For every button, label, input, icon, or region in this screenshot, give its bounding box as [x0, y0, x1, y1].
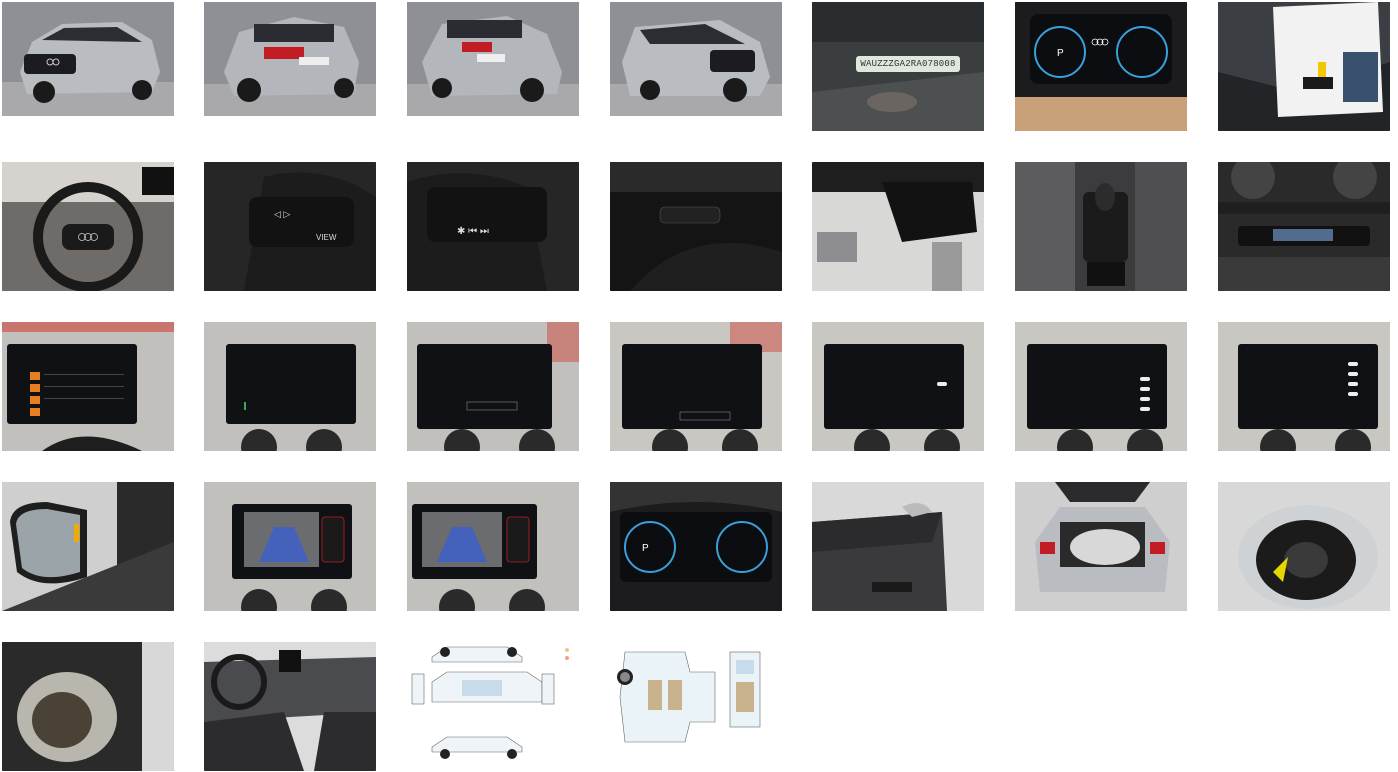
photo-stalk-controls[interactable] — [610, 162, 782, 291]
photo-gear-selector[interactable] — [1015, 162, 1187, 291]
photo-steering-right-buttons[interactable]: ✱ ⏮ ⏭ — [407, 162, 579, 291]
photo-front-right-exterior[interactable] — [610, 2, 782, 116]
photo-gallery-grid: WAUZZZGA2RA078008 P ◁ ▷ VIEW ✱ ⏮ ⏭ P — [0, 0, 1398, 772]
svg-text:P: P — [1057, 48, 1064, 59]
diagram-interior-damage[interactable] — [610, 642, 782, 771]
photo-infotainment-carplay[interactable] — [407, 322, 579, 451]
photo-infotainment-service[interactable] — [610, 322, 782, 451]
photo-rear-camera-2[interactable] — [407, 482, 579, 611]
svg-text:P: P — [642, 543, 649, 554]
photo-rearview-mirror[interactable] — [812, 162, 984, 291]
diagram-exterior-damage[interactable] — [407, 642, 579, 771]
svg-text:◁ ▷: ◁ ▷ — [274, 209, 290, 219]
photo-rear-camera-1[interactable] — [204, 482, 376, 611]
vin-number: WAUZZZGA2RA078008 — [856, 56, 960, 72]
photo-front-left-exterior[interactable] — [2, 2, 174, 116]
photo-infotainment-assist-2[interactable] — [1218, 322, 1390, 451]
photo-climate-controls[interactable] — [1218, 162, 1390, 291]
photo-door-panel[interactable] — [812, 482, 984, 611]
photo-side-mirror[interactable] — [2, 482, 174, 611]
photo-vin-plate[interactable]: WAUZZZGA2RA078008 — [812, 2, 984, 131]
photo-cluster-service[interactable]: P — [610, 482, 782, 611]
photo-infotainment-radio[interactable] — [2, 322, 174, 451]
photo-infotainment-phone[interactable] — [204, 322, 376, 451]
photo-open-trunk[interactable] — [1015, 482, 1187, 611]
photo-steering-wheel[interactable] — [2, 162, 174, 291]
photo-documents-and-keys[interactable] — [1218, 2, 1390, 131]
photo-rear-seat-bag[interactable] — [2, 642, 174, 771]
svg-text:✱ ⏮ ⏭: ✱ ⏮ ⏭ — [457, 226, 489, 237]
svg-text:VIEW: VIEW — [316, 233, 337, 242]
photo-dashboard-interior[interactable] — [204, 642, 376, 771]
photo-infotainment-assist-1[interactable] — [1015, 322, 1187, 451]
photo-rear-left-exterior[interactable] — [204, 2, 376, 116]
photo-instrument-cluster[interactable]: P — [1015, 2, 1187, 131]
photo-tires-in-bag[interactable] — [1218, 482, 1390, 611]
photo-steering-left-buttons[interactable]: ◁ ▷ VIEW — [204, 162, 376, 291]
photo-infotainment-settings[interactable] — [812, 322, 984, 451]
photo-rear-right-exterior[interactable] — [407, 2, 579, 116]
